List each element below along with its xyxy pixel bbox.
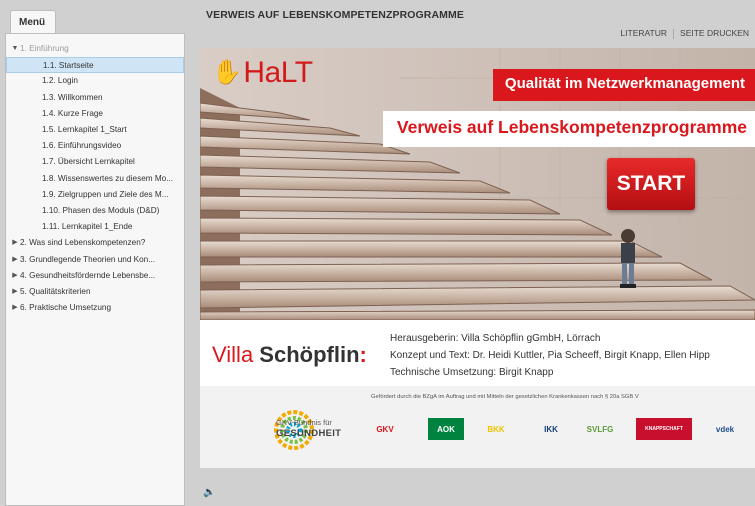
sidebar-item[interactable]: ▶ 5. Qualitätskriterien — [6, 284, 184, 300]
insurer-logo: KNAPPSCHAFT — [636, 418, 692, 440]
caret-right-icon[interactable]: ▶ — [11, 252, 19, 268]
banner-title: Verweis auf Lebenskompetenzprogramme — [382, 111, 755, 147]
gkv-label: GKV-Bündnis für — [276, 418, 332, 427]
insurer-logo: SVLFG — [586, 424, 614, 434]
halt-logo-text: HaLT — [243, 56, 313, 89]
sidebar-item[interactable]: 1.4. Kurze Frage — [6, 106, 184, 122]
halt-logo: ✋HaLT — [212, 56, 313, 90]
page-title: VERWEIS AUF LEBENSKOMPETENZPROGRAMME — [206, 9, 464, 21]
villa-logo-part3: : — [359, 342, 367, 367]
sidebar-item[interactable]: ▼ 1. Einführung — [6, 41, 184, 57]
menu-tree: ▼ 1. Einführung 1.1. Startseite 1.2. Login 1… — [5, 33, 185, 506]
slide-content: ✋HaLT Qualität im Netzwerkmanagement Ver… — [200, 48, 755, 468]
stairs-photo: ✋HaLT Qualität im Netzwerkmanagement Ver… — [200, 48, 755, 320]
villa-logo-part1: Villa — [212, 342, 260, 367]
banner-subtitle: Qualität im Netzwerkmanagement — [492, 69, 755, 101]
print-page-link[interactable]: SEITE DRUCKEN — [674, 28, 755, 39]
caret-right-icon[interactable]: ▶ — [11, 268, 19, 284]
sidebar: Menü ▼ 1. Einführung 1.1. Startseite 1.2. L… — [5, 10, 185, 506]
sidebar-item-label: 5. Qualitätskriterien — [20, 287, 91, 296]
credits: Herausgeberin: Villa Schöpflin gGmbH, Lö… — [390, 330, 710, 381]
caret-right-icon[interactable]: ▶ — [11, 300, 19, 316]
sidebar-item[interactable]: 1.2. Login — [6, 73, 184, 89]
top-links: LITERATUR SEITE DRUCKEN — [614, 28, 755, 39]
credit-publisher: Herausgeberin: Villa Schöpflin gGmbH, Lö… — [390, 333, 601, 344]
gkv-label-bold: GESUNDHEIT — [276, 428, 342, 439]
sidebar-item-label: 1.9. Zielgruppen und Ziele des M... — [42, 189, 169, 199]
sponsor-section: Gefördert durch die BZgA im Auftrag und … — [200, 386, 755, 468]
credit-technical: Technische Umsetzung: Birgit Knapp — [390, 367, 554, 378]
sidebar-item-label: 1.4. Kurze Frage — [42, 108, 103, 118]
sidebar-item-label: 1.3. Willkommen — [42, 92, 103, 102]
sidebar-item[interactable]: ▶ 3. Grundlegende Theorien und Kon... — [6, 252, 184, 268]
funding-note: Gefördert durch die BZgA im Auftrag und … — [371, 394, 639, 400]
menu-tab[interactable]: Menü — [10, 10, 56, 34]
caret-right-icon[interactable]: ▶ — [11, 284, 19, 300]
sidebar-item[interactable]: ▶ 6. Praktische Umsetzung — [6, 300, 184, 316]
sidebar-item[interactable]: 1.8. Wissenswertes zu diesem Mo... — [6, 171, 184, 187]
sidebar-item-label: 1. Einführung — [20, 44, 69, 53]
villa-logo-part2: Schöpflin — [259, 342, 360, 367]
literatur-link[interactable]: LITERATUR — [614, 28, 673, 39]
sidebar-item[interactable]: 1.7. Übersicht Lernkapitel — [6, 154, 184, 170]
sidebar-item[interactable]: 1.6. Einführungsvideo — [6, 138, 184, 154]
app-window: Menü ▼ 1. Einführung 1.1. Startseite 1.2. L… — [0, 0, 755, 506]
speaker-icon[interactable]: 🔈 — [203, 486, 216, 499]
insurer-logo: vdek — [715, 424, 735, 434]
insurer-logo: BKK — [487, 424, 505, 434]
insurer-logo: AOK — [428, 418, 464, 440]
sidebar-item-label: 1.2. Login — [42, 76, 78, 86]
sidebar-item[interactable]: ▶ 2. Was sind Lebenskompetenzen? — [6, 235, 184, 251]
sidebar-item[interactable]: 1.9. Zielgruppen und Ziele des M... — [6, 187, 184, 203]
sidebar-item[interactable]: 1.1. Startseite — [6, 57, 184, 74]
hand-icon: ✋ — [212, 59, 242, 86]
sidebar-item-label: 1.5. Lernkapitel 1_Start — [42, 125, 127, 134]
sidebar-item-label: 3. Grundlegende Theorien und Kon... — [20, 254, 156, 264]
sidebar-item[interactable]: 1.5. Lernkapitel 1_Start — [6, 122, 184, 138]
start-button[interactable]: START — [607, 158, 695, 210]
caret-down-icon[interactable]: ▼ — [11, 41, 19, 57]
insurer-logo: IKK — [544, 424, 558, 434]
insurer-logo: GKV — [376, 424, 394, 434]
sidebar-item-label: 1.6. Einführungsvideo — [42, 141, 122, 151]
sidebar-item-label: 2. Was sind Lebenskompetenzen? — [20, 238, 146, 248]
sidebar-item-label: 1.8. Wissenswertes zu diesem Mo... — [42, 173, 174, 183]
villa-schoepflin-logo: Villa Schöpflin: — [212, 342, 367, 368]
sidebar-item-label: 4. Gesundheitsfördernde Lebensbe... — [20, 270, 156, 280]
credit-concept: Konzept und Text: Dr. Heidi Kuttler, Pia… — [390, 350, 710, 361]
sidebar-item-label: 1.7. Übersicht Lernkapitel — [42, 157, 135, 167]
sidebar-item[interactable]: ▶ 4. Gesundheitsfördernde Lebensbe... — [6, 268, 184, 284]
sidebar-item-label: 6. Praktische Umsetzung — [20, 303, 112, 313]
sidebar-item-label: 1.1. Startseite — [43, 61, 94, 71]
publisher-section: Villa Schöpflin: Herausgeberin: Villa Sc… — [200, 320, 755, 386]
sidebar-item-label: 1.10. Phasen des Moduls (D&D) — [42, 206, 160, 215]
caret-right-icon[interactable]: ▶ — [11, 235, 19, 251]
sidebar-item[interactable]: 1.3. Willkommen — [6, 90, 184, 106]
sidebar-item[interactable]: 1.11. Lernkapitel 1_Ende — [6, 219, 184, 235]
sidebar-item-label: 1.11. Lernkapitel 1_Ende — [42, 222, 133, 232]
sidebar-item[interactable]: 1.10. Phasen des Moduls (D&D) — [6, 203, 184, 219]
